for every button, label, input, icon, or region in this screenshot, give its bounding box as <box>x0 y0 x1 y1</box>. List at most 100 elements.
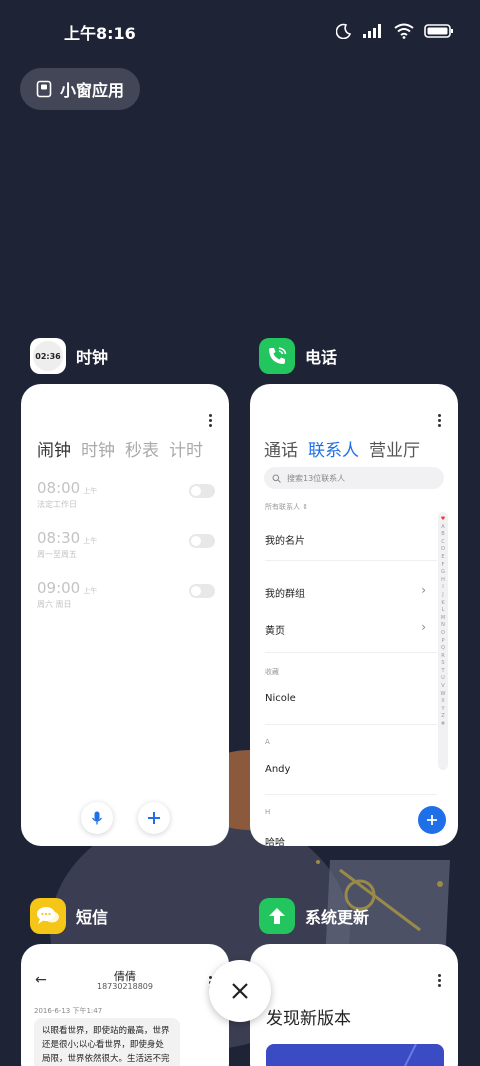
alphabet-index-letter[interactable]: U <box>441 675 445 683</box>
more-menu-icon[interactable] <box>438 414 442 427</box>
more-menu-icon[interactable] <box>438 974 442 987</box>
floating-window-icon <box>36 80 52 98</box>
section-header-a: A <box>265 738 270 746</box>
alarm-repeat: 周六 周日 <box>37 600 72 609</box>
clock-app-card[interactable]: 闹钟 时钟 秒表 计时 08:00 上午 法定工作日 08:30 上午 周一至周五 … <box>21 384 229 846</box>
search-icon <box>272 474 281 483</box>
phone-app-card[interactable]: 通话 联系人 营业厅 搜索13位联系人 所有联系人 ⇕ 我的名片 我的群组 › … <box>250 384 458 846</box>
alphabet-index-letter[interactable]: Y <box>441 706 444 714</box>
phone-icon <box>269 347 287 364</box>
clear-all-button[interactable] <box>209 960 271 1022</box>
tab-contacts[interactable]: 联系人 <box>308 436 359 461</box>
alphabet-index-letter[interactable]: R <box>441 653 444 661</box>
sort-icon: ⇕ <box>302 503 309 511</box>
alphabet-index-letter[interactable]: V <box>441 683 444 691</box>
alphabet-index-letter[interactable]: # <box>441 721 445 729</box>
message-bubble[interactable]: 以眼看世界，即使站的最高，世界还是很小;以心看世界，即使身处局限，世界依然很大。… <box>34 1018 180 1066</box>
new-version-title: 发现新版本 <box>266 1009 351 1029</box>
plus-icon <box>427 815 437 825</box>
alphabet-index-letter[interactable]: T <box>441 668 444 676</box>
status-bar: 上午8:16 <box>0 0 480 62</box>
tab-calls[interactable]: 通话 <box>264 436 298 461</box>
yellow-pages-row[interactable]: 黄页 <box>265 622 285 637</box>
alarm-time: 08:30 <box>37 529 81 547</box>
alphabet-index-letter[interactable]: N <box>441 622 445 630</box>
search-placeholder: 搜索13位联系人 <box>287 473 346 483</box>
alphabet-index-letter[interactable]: A <box>441 524 444 532</box>
alphabet-index-letter[interactable]: B <box>441 531 444 539</box>
status-icons <box>336 21 454 41</box>
section-header-h: H <box>265 808 271 816</box>
my-groups-row[interactable]: 我的群组 <box>265 585 305 600</box>
microphone-icon <box>91 811 103 825</box>
my-card-row[interactable]: 我的名片 <box>265 532 305 547</box>
alphabet-index-letter[interactable]: Q <box>441 645 445 653</box>
sms-app-card[interactable]: ← 倩倩 18730218809 2016-6-13 下午1:47 以眼看世界，… <box>21 944 229 1066</box>
sms-app-name: 短信 <box>76 908 109 927</box>
alphabet-index-letter[interactable]: W <box>441 691 446 699</box>
update-app-name: 系统更新 <box>305 908 370 927</box>
voice-button[interactable] <box>81 802 113 834</box>
alphabet-index-letter[interactable]: H <box>441 577 445 585</box>
alphabet-index-letter[interactable]: Z <box>441 713 444 721</box>
alphabet-index-letter[interactable]: M <box>441 615 445 623</box>
status-time: 上午8:16 <box>64 24 136 43</box>
alphabet-index-letter[interactable]: L <box>442 607 445 615</box>
sms-app-header[interactable]: 短信 <box>30 898 108 934</box>
plus-icon <box>148 812 160 824</box>
do-not-disturb-moon-icon <box>336 23 352 39</box>
divider <box>265 560 437 561</box>
filter-label: 所有联系人 <box>265 503 300 511</box>
update-app-card[interactable]: 发现新版本 <box>250 944 458 1066</box>
alarm-ampm: 上午 <box>83 587 98 595</box>
alarm-item[interactable]: 08:30 上午 周一至周五 <box>37 528 215 568</box>
sms-app-icon <box>30 898 66 934</box>
alphabet-index-letter[interactable]: K <box>441 600 444 608</box>
more-menu-icon[interactable] <box>209 414 213 427</box>
alphabet-index-letter[interactable]: X <box>441 698 444 706</box>
alphabet-index-bar[interactable]: ♥ A B C D E F G H I J K L M N O P Q R S T U V W X Y Z # <box>438 512 448 770</box>
contact-row[interactable]: 哈哈 <box>265 834 285 846</box>
add-contact-button[interactable] <box>418 806 446 834</box>
contact-row[interactable]: Nicole <box>265 693 296 704</box>
alarm-time: 09:00 <box>37 579 81 597</box>
alphabet-index-letter[interactable]: J <box>442 592 443 600</box>
alphabet-index-letter[interactable]: G <box>441 569 445 577</box>
update-banner-image <box>266 1044 444 1066</box>
add-alarm-button[interactable] <box>138 802 170 834</box>
alphabet-index-letter[interactable]: O <box>441 630 445 638</box>
contact-filter[interactable]: 所有联系人 ⇕ <box>265 502 308 512</box>
alphabet-index-letter[interactable]: E <box>441 554 444 562</box>
alphabet-index-letter[interactable]: C <box>441 539 445 547</box>
alarm-ampm: 上午 <box>83 537 98 545</box>
phone-app-icon <box>259 338 295 374</box>
tab-clock[interactable]: 时钟 <box>81 436 115 461</box>
close-icon <box>232 983 248 999</box>
floating-window-button[interactable]: 小窗应用 <box>20 68 140 110</box>
alarm-repeat: 周一至周五 <box>37 550 77 559</box>
tab-stopwatch[interactable]: 秒表 <box>125 436 159 461</box>
clock-app-header[interactable]: 02:36 时钟 <box>30 338 108 374</box>
contact-search-input[interactable]: 搜索13位联系人 <box>264 467 444 489</box>
alarm-item[interactable]: 08:00 上午 法定工作日 <box>37 478 215 518</box>
tab-service-hall[interactable]: 营业厅 <box>369 436 420 461</box>
alarm-toggle[interactable] <box>189 484 215 498</box>
contact-row[interactable]: Andy <box>265 764 290 775</box>
alphabet-index-letter[interactable]: P <box>441 638 444 646</box>
alarm-time: 08:00 <box>37 479 81 497</box>
alphabet-index-letter[interactable]: I <box>442 584 443 592</box>
tab-alarm[interactable]: 闹钟 <box>37 436 71 461</box>
divider <box>265 724 437 725</box>
alarm-item[interactable]: 09:00 上午 周六 周日 <box>37 578 215 618</box>
phone-tabs: 通话 联系人 营业厅 <box>264 436 420 461</box>
update-app-header[interactable]: 系统更新 <box>259 898 369 934</box>
alphabet-index-letter[interactable]: S <box>441 660 444 668</box>
alphabet-index-letter[interactable]: F <box>442 562 445 570</box>
tab-timer[interactable]: 计时 <box>169 436 203 461</box>
alphabet-index-letter[interactable]: D <box>441 546 445 554</box>
alarm-toggle[interactable] <box>189 584 215 598</box>
phone-app-header[interactable]: 电话 <box>259 338 337 374</box>
phone-app-name: 电话 <box>305 348 338 367</box>
clock-tabs: 闹钟 时钟 秒表 计时 <box>37 436 203 461</box>
alarm-toggle[interactable] <box>189 534 215 548</box>
